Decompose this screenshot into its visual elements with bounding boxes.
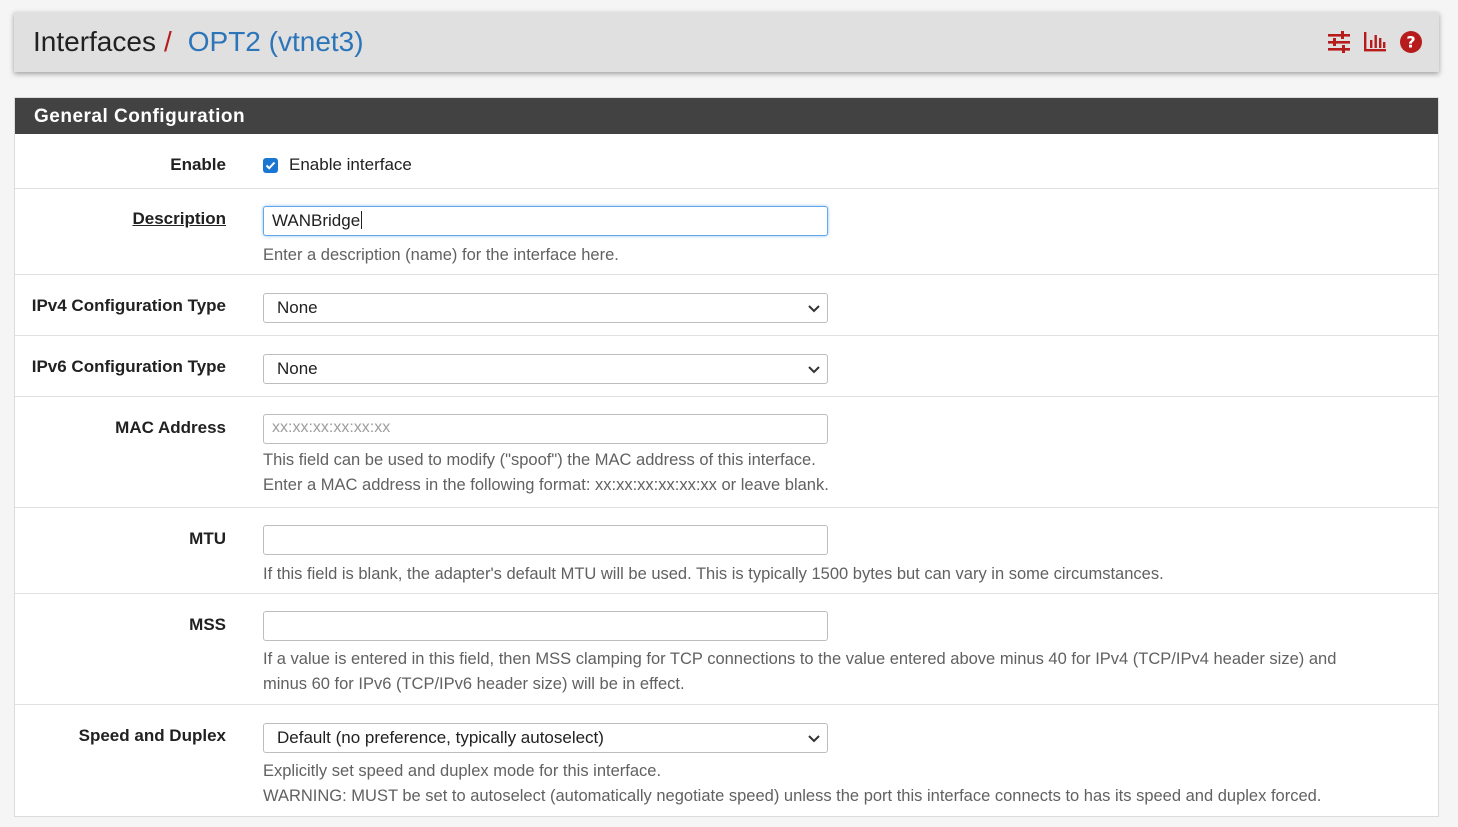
mac-placeholder: xx:xx:xx:xx:xx:xx xyxy=(272,419,391,436)
mss-field: If a value is entered in this field, the… xyxy=(263,611,1413,697)
ipv4-row: IPv4 Configuration Type None xyxy=(15,275,1438,336)
enable-label: Enable xyxy=(170,155,226,174)
mtu-row: MTU If this field is blank, the adapter'… xyxy=(15,508,1438,594)
ipv6-row: IPv6 Configuration Type None xyxy=(15,336,1438,397)
speed-duplex-help-line2: WARNING: MUST be set to autoselect (auto… xyxy=(263,787,1322,805)
mac-row: MAC Address xx:xx:xx:xx:xx:xx This field… xyxy=(15,397,1438,508)
breadcrumb-interfaces[interactable]: Interfaces xyxy=(33,26,156,58)
description-row: Description WANBridge Enter a descriptio… xyxy=(15,189,1438,275)
mss-label: MSS xyxy=(189,615,226,634)
header-icon-bar: ? xyxy=(1327,30,1423,54)
description-field: WANBridge Enter a description (name) for… xyxy=(263,206,828,268)
mac-field: xx:xx:xx:xx:xx:xx This field can be used… xyxy=(263,414,829,498)
general-configuration-panel: General Configuration Enable Enable inte… xyxy=(14,97,1439,817)
svg-text:?: ? xyxy=(1406,33,1415,52)
speed-duplex-select[interactable]: Default (no preference, typically autose… xyxy=(263,723,828,753)
breadcrumb-separator: / xyxy=(163,26,172,57)
mtu-input[interactable] xyxy=(263,525,828,555)
help-icon[interactable]: ? xyxy=(1399,30,1423,54)
breadcrumb-current[interactable]: OPT2 (vtnet3) xyxy=(188,26,364,58)
mss-help-line2: minus 60 for IPv6 (TCP/IPv6 header size)… xyxy=(263,675,685,693)
mac-input[interactable]: xx:xx:xx:xx:xx:xx xyxy=(263,414,828,444)
mss-help-line1: If a value is entered in this field, the… xyxy=(263,650,1337,668)
ipv4-type-select[interactable]: None xyxy=(263,293,828,323)
mtu-label: MTU xyxy=(189,529,226,548)
chevron-down-icon xyxy=(807,361,821,381)
description-help: Enter a description (name) for the inter… xyxy=(263,246,619,264)
mtu-help: If this field is blank, the adapter's de… xyxy=(263,565,1164,583)
page-header: Interfaces / OPT2 (vtnet3) ? xyxy=(14,12,1439,72)
ipv4-type-value: None xyxy=(277,298,318,317)
ipv6-field: None xyxy=(263,354,828,384)
speed-duplex-row: Speed and Duplex Default (no preference,… xyxy=(15,705,1438,818)
enable-field: Enable interface xyxy=(263,155,412,175)
description-value: WANBridge xyxy=(272,211,361,230)
mac-label: MAC Address xyxy=(115,418,226,437)
sliders-icon[interactable] xyxy=(1327,31,1351,53)
speed-duplex-help-line1: Explicitly set speed and duplex mode for… xyxy=(263,762,662,780)
enable-checkbox[interactable] xyxy=(263,157,278,173)
mtu-field: If this field is blank, the adapter's de… xyxy=(263,525,1164,587)
speed-duplex-field: Default (no preference, typically autose… xyxy=(263,723,1423,809)
panel-title: General Configuration xyxy=(15,98,1438,134)
chevron-down-icon xyxy=(807,300,821,320)
chevron-down-icon xyxy=(807,730,821,750)
ipv6-type-value: None xyxy=(277,359,318,378)
description-input[interactable]: WANBridge xyxy=(263,206,828,236)
speed-duplex-label: Speed and Duplex xyxy=(78,726,226,745)
enable-checkbox-label[interactable]: Enable interface xyxy=(289,155,412,174)
ipv4-field: None xyxy=(263,293,828,323)
ipv4-type-label: IPv4 Configuration Type xyxy=(31,296,226,315)
ipv6-type-label: IPv6 Configuration Type xyxy=(31,357,226,376)
ipv6-type-select[interactable]: None xyxy=(263,354,828,384)
mac-help-line2: Enter a MAC address in the following for… xyxy=(263,476,829,494)
speed-duplex-value: Default (no preference, typically autose… xyxy=(277,728,604,747)
enable-row: Enable Enable interface xyxy=(15,134,1438,189)
mac-help-line1: This field can be used to modify ("spoof… xyxy=(263,451,816,469)
mss-input[interactable] xyxy=(263,611,828,641)
description-label[interactable]: Description xyxy=(132,209,226,229)
bar-chart-icon[interactable] xyxy=(1363,31,1387,53)
mss-row: MSS If a value is entered in this field,… xyxy=(15,594,1438,705)
